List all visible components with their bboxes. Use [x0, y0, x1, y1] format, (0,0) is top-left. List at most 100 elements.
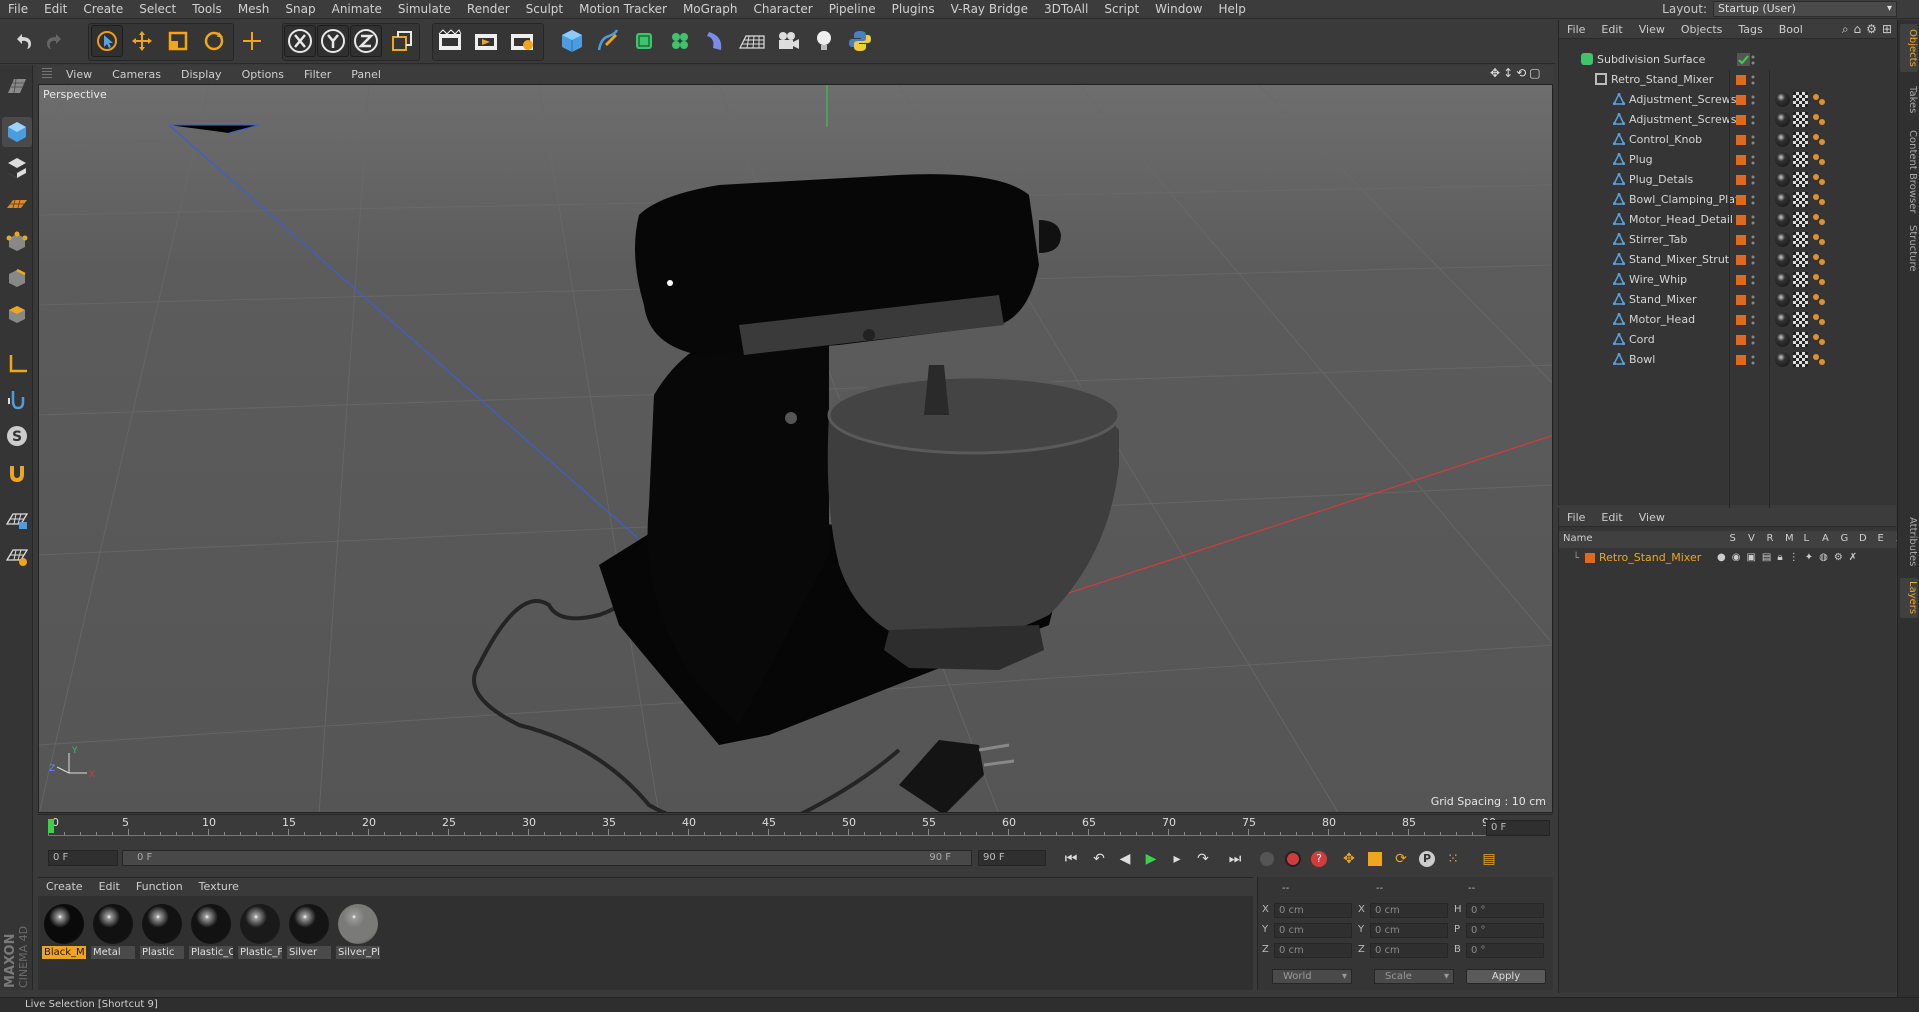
move-icon[interactable]	[126, 25, 158, 57]
xref-icon[interactable]: ✗	[1849, 552, 1857, 564]
generators-icon[interactable]: ✦	[1805, 552, 1813, 564]
end-frame-field[interactable]: 90 F	[978, 850, 1046, 866]
object-row[interactable]: Bowl_Clamping_Plate	[1559, 190, 1897, 210]
menu-mograph[interactable]: MoGraph	[675, 2, 746, 16]
checker-tag-icon[interactable]	[1793, 252, 1808, 267]
z-axis-icon[interactable]	[350, 25, 382, 57]
material-tag-icon[interactable]	[1775, 172, 1790, 187]
layer-column-d[interactable]: D	[1859, 533, 1867, 544]
visible-editor-icon[interactable]: ◉	[1732, 552, 1741, 564]
object-name[interactable]: Cord	[1629, 333, 1655, 346]
checker-tag-icon[interactable]	[1793, 312, 1808, 327]
menu-3dtoall[interactable]: 3DToAll	[1036, 2, 1096, 16]
material-menu-function[interactable]: Function	[128, 880, 191, 893]
layer-color-swatch[interactable]	[1736, 155, 1746, 165]
menu-v-ray-bridge[interactable]: V-Ray Bridge	[943, 2, 1036, 16]
key-position-icon[interactable]: ✥	[1338, 849, 1360, 869]
material-name[interactable]: Black_M	[42, 946, 86, 959]
object-row[interactable]: Stirrer_Tab	[1559, 230, 1897, 250]
object-row[interactable]: Motor_Head	[1559, 310, 1897, 330]
material-tag-icon[interactable]	[1775, 252, 1790, 267]
phong-tag-icon[interactable]	[1811, 292, 1826, 307]
layer-color-swatch[interactable]	[1736, 315, 1746, 325]
layer-color-swatch[interactable]	[1736, 335, 1746, 345]
visibility-dots-icon[interactable]	[1751, 273, 1755, 287]
object-row[interactable]: Adjustment_Screws1	[1559, 90, 1897, 110]
floor-icon[interactable]	[736, 25, 768, 57]
make-editable-icon[interactable]	[2, 71, 32, 101]
object-name[interactable]: Motor_Head	[1629, 313, 1695, 326]
side-tab-takes[interactable]: Takes	[1900, 80, 1918, 120]
phong-tag-icon[interactable]	[1811, 352, 1826, 367]
layer-color-swatch[interactable]	[1736, 195, 1746, 205]
material-name[interactable]: Plastic_C	[189, 946, 233, 959]
object-row[interactable]: Wire_Whip	[1559, 270, 1897, 290]
menu-edit[interactable]: Edit	[36, 2, 75, 16]
viewport-menu-display[interactable]: Display	[171, 68, 232, 81]
object-name[interactable]: Plug_Detals	[1629, 173, 1693, 186]
material-preview-icon[interactable]	[240, 904, 280, 944]
previous-key-icon[interactable]: ↶	[1088, 849, 1110, 869]
coord-value-field[interactable]: 0 cm	[1274, 903, 1352, 918]
layer-color-swatch[interactable]	[1736, 355, 1746, 365]
next-key-icon[interactable]: ↷	[1192, 849, 1214, 869]
layer-column-a[interactable]: A	[1822, 533, 1829, 544]
checker-tag-icon[interactable]	[1793, 112, 1808, 127]
visibility-dots-icon[interactable]	[1751, 333, 1755, 347]
object-menu-edit[interactable]: Edit	[1593, 23, 1630, 36]
material-preview-icon[interactable]	[93, 904, 133, 944]
edges-mode-icon[interactable]	[2, 263, 32, 293]
axis-mode-icon[interactable]	[2, 349, 32, 379]
menu-select[interactable]: Select	[131, 2, 184, 16]
rotate-icon[interactable]	[198, 25, 230, 57]
viewport-menu-filter[interactable]: Filter	[294, 68, 341, 81]
visibility-dots-icon[interactable]	[1751, 193, 1755, 207]
material-menu-create[interactable]: Create	[38, 880, 91, 893]
lock-icon[interactable]: 🔒︎	[1777, 552, 1782, 564]
material-tag-icon[interactable]	[1775, 312, 1790, 327]
checker-tag-icon[interactable]	[1793, 172, 1808, 187]
side-tab-content-browser[interactable]: Content Browser	[1900, 128, 1918, 216]
edit-render-settings-icon[interactable]	[506, 25, 538, 57]
workplane-mode-icon[interactable]	[2, 189, 32, 219]
layer-column-m[interactable]: M	[1785, 533, 1794, 544]
material-name[interactable]: Silver_Pl	[336, 946, 380, 959]
visibility-dots-icon[interactable]	[1751, 53, 1755, 67]
phong-tag-icon[interactable]	[1811, 232, 1826, 247]
layer-column-g[interactable]: G	[1841, 533, 1849, 544]
workplane-lock-icon[interactable]	[2, 505, 32, 535]
cloner-icon[interactable]	[664, 25, 696, 57]
next-frame-icon[interactable]: ▸	[1166, 849, 1188, 869]
solo-icon[interactable]: ●	[1717, 552, 1726, 564]
new-window-icon[interactable]: ⊞	[1882, 22, 1892, 37]
animation-icon[interactable]: ⋮	[1789, 552, 1799, 564]
perspective-viewport[interactable]: Y X Z Perspective Grid Spacing : 10 cm	[38, 84, 1553, 813]
layer-color-swatch[interactable]	[1585, 553, 1595, 563]
material-menu-edit[interactable]: Edit	[91, 880, 128, 893]
menu-mesh[interactable]: Mesh	[230, 2, 278, 16]
play-icon[interactable]: ▶	[1140, 849, 1162, 869]
material-menu-texture[interactable]: Texture	[191, 880, 247, 893]
menu-script[interactable]: Script	[1096, 2, 1147, 16]
layer-color-swatch[interactable]	[1736, 235, 1746, 245]
maximize-view-icon[interactable]: ▢	[1529, 66, 1540, 80]
redo-icon[interactable]	[38, 25, 70, 57]
menu-character[interactable]: Character	[745, 2, 820, 16]
material-swatch[interactable]: Black_M	[42, 902, 86, 960]
timeline-window-icon[interactable]: ▤	[1478, 849, 1500, 869]
checker-tag-icon[interactable]	[1793, 132, 1808, 147]
material-swatch[interactable]: Plastic_F	[238, 902, 282, 960]
visibility-dots-icon[interactable]	[1751, 153, 1755, 167]
object-menu-file[interactable]: File	[1559, 23, 1593, 36]
object-row[interactable]: Stand_Mixer_Strut	[1559, 250, 1897, 270]
magnet-icon[interactable]	[2, 459, 32, 489]
floor-snap-icon[interactable]	[2, 541, 32, 571]
viewport-menu-cameras[interactable]: Cameras	[102, 68, 171, 81]
layer-menu-view[interactable]: View	[1631, 511, 1673, 524]
coord-value-field[interactable]: 0 cm	[1370, 943, 1448, 958]
material-tag-icon[interactable]	[1775, 92, 1790, 107]
material-tag-icon[interactable]	[1775, 292, 1790, 307]
material-preview-icon[interactable]	[142, 904, 182, 944]
layer-toggles[interactable]: ● ◉ ▣ ▤ 🔒︎ ⋮ ✦ ◍ ⚙ ✗	[1717, 552, 1857, 564]
object-row[interactable]: Control_Knob	[1559, 130, 1897, 150]
